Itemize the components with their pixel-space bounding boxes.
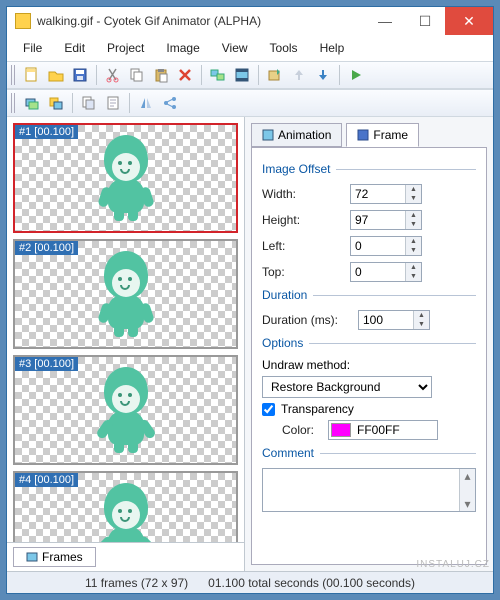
new-icon[interactable] — [21, 64, 43, 86]
app-icon — [15, 13, 31, 29]
menu-image[interactable]: Image — [156, 37, 209, 59]
export-icon[interactable] — [264, 64, 286, 86]
duration-input[interactable]: ▲▼ — [358, 310, 430, 330]
delete-icon[interactable] — [174, 64, 196, 86]
right-tabs: Animation Frame — [245, 117, 493, 147]
frame-thumb-3[interactable]: #3 [00.100] — [13, 355, 238, 465]
tab-animation[interactable]: Animation — [251, 123, 342, 147]
frame-label: #3 [00.100] — [15, 357, 78, 371]
toolbar-secondary — [7, 89, 493, 117]
menu-tools[interactable]: Tools — [260, 37, 308, 59]
color-label: Color: — [282, 423, 322, 437]
statusbar: 11 frames (72 x 97) 01.100 total seconds… — [7, 571, 493, 593]
cut-icon[interactable] — [102, 64, 124, 86]
frame-thumb-4[interactable]: #4 [00.100] — [13, 471, 238, 542]
flip-icon[interactable] — [135, 92, 157, 114]
document-icon[interactable] — [102, 92, 124, 114]
toolbar-main — [7, 61, 493, 89]
width-label: Width: — [262, 187, 344, 201]
group-comment: Comment — [262, 446, 476, 460]
status-frames: 11 frames (72 x 97) — [85, 576, 188, 590]
width-input[interactable]: ▲▼ — [350, 184, 422, 204]
frames-list[interactable]: #1 [00.100] #2 [00.100] #3 [00.100] #4 [… — [7, 117, 244, 542]
paste-icon[interactable] — [150, 64, 172, 86]
properties-panel: Animation Frame Image Offset Width: ▲▼ H… — [245, 117, 493, 571]
image-frames-icon[interactable] — [207, 64, 229, 86]
toolbar-grip[interactable] — [11, 65, 17, 85]
play-icon[interactable] — [345, 64, 367, 86]
menu-view[interactable]: View — [212, 37, 258, 59]
copy-icon[interactable] — [126, 64, 148, 86]
tab-frames-label: Frames — [42, 550, 83, 564]
frame-thumb-2[interactable]: #2 [00.100] — [13, 239, 238, 349]
transparency-label: Transparency — [281, 402, 354, 416]
group-options: Options — [262, 336, 476, 350]
duration-label: Duration (ms): — [262, 313, 352, 327]
app-window: walking.gif - Cyotek Gif Animator (ALPHA… — [6, 6, 494, 594]
film-icon[interactable] — [231, 64, 253, 86]
bottom-tabs: Frames — [7, 542, 244, 571]
height-label: Height: — [262, 213, 344, 227]
frame-label: #2 [00.100] — [15, 241, 78, 255]
minimize-button[interactable]: — — [365, 7, 405, 35]
color-value: FF00FF — [357, 423, 400, 437]
clone-icon[interactable] — [45, 92, 67, 114]
save-icon[interactable] — [69, 64, 91, 86]
left-input[interactable]: ▲▼ — [350, 236, 422, 256]
status-total: 01.100 total seconds (00.100 seconds) — [208, 576, 415, 590]
maximize-button[interactable]: ☐ — [405, 7, 445, 35]
frame-label: #4 [00.100] — [15, 473, 78, 487]
window-title: walking.gif - Cyotek Gif Animator (ALPHA… — [37, 14, 365, 28]
tab-frames[interactable]: Frames — [13, 547, 96, 567]
arrow-down-icon[interactable] — [312, 64, 334, 86]
tab-frame-label: Frame — [373, 128, 408, 142]
group-image-offset: Image Offset — [262, 162, 476, 176]
comment-input[interactable]: ▴▾ — [262, 468, 476, 512]
titlebar: walking.gif - Cyotek Gif Animator (ALPHA… — [7, 7, 493, 35]
arrow-up-icon[interactable] — [288, 64, 310, 86]
layers-icon[interactable] — [21, 92, 43, 114]
top-input[interactable]: ▲▼ — [350, 262, 422, 282]
height-input[interactable]: ▲▼ — [350, 210, 422, 230]
share-icon[interactable] — [159, 92, 181, 114]
top-label: Top: — [262, 265, 344, 279]
duplicate-icon[interactable] — [78, 92, 100, 114]
open-icon[interactable] — [45, 64, 67, 86]
menu-file[interactable]: File — [13, 37, 52, 59]
color-swatch — [331, 423, 351, 437]
frame-label: #1 [00.100] — [15, 125, 78, 139]
tab-animation-label: Animation — [278, 128, 331, 142]
close-button[interactable]: ✕ — [445, 7, 493, 35]
content-area: #1 [00.100] #2 [00.100] #3 [00.100] #4 [… — [7, 117, 493, 571]
tab-frame[interactable]: Frame — [346, 123, 419, 147]
menu-help[interactable]: Help — [310, 37, 355, 59]
menu-project[interactable]: Project — [97, 37, 154, 59]
transparency-checkbox[interactable] — [262, 403, 275, 416]
toolbar-grip-2[interactable] — [11, 93, 17, 113]
group-duration: Duration — [262, 288, 476, 302]
menubar: File Edit Project Image View Tools Help — [7, 35, 493, 61]
frame-thumb-1[interactable]: #1 [00.100] — [13, 123, 238, 233]
frame-properties: Image Offset Width: ▲▼ Height: ▲▼ Left: … — [251, 147, 487, 565]
undraw-select[interactable]: Restore Background — [262, 376, 432, 398]
left-label: Left: — [262, 239, 344, 253]
frames-panel: #1 [00.100] #2 [00.100] #3 [00.100] #4 [… — [7, 117, 245, 571]
menu-edit[interactable]: Edit — [54, 37, 95, 59]
undraw-label: Undraw method: — [262, 358, 476, 372]
color-picker[interactable]: FF00FF — [328, 420, 438, 440]
